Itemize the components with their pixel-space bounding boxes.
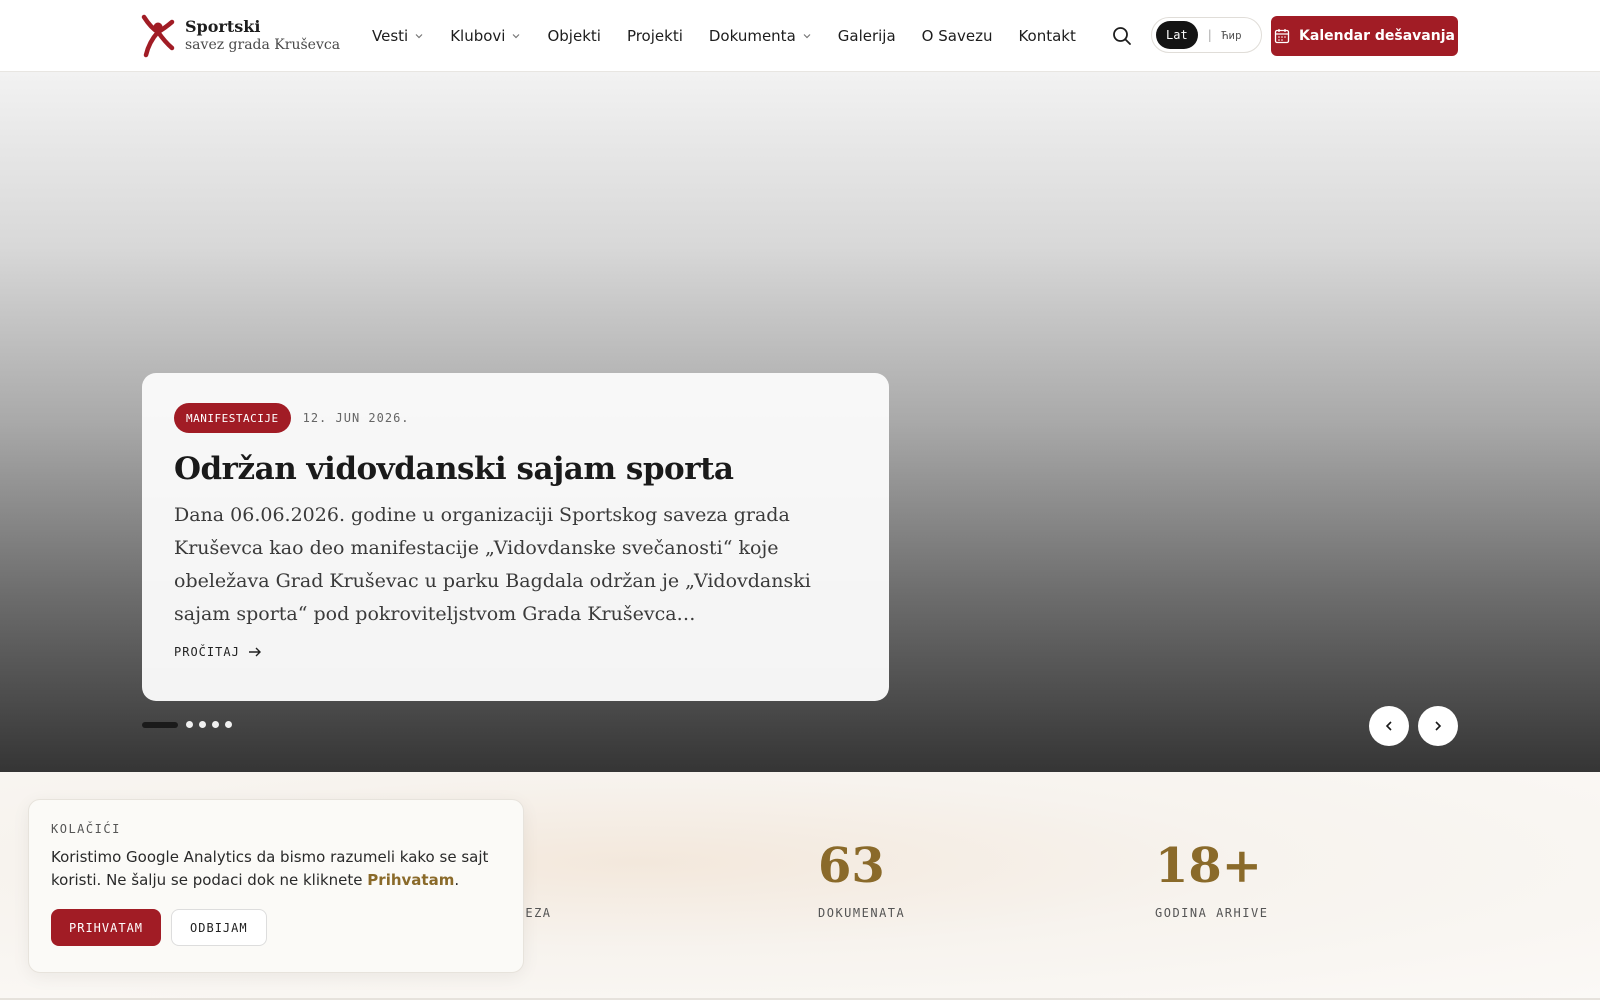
main-nav: Vesti Klubovi Objekti Projekti Dokumenta… xyxy=(372,0,1102,72)
site-logo[interactable]: Sportski savez grada Kruševca xyxy=(141,14,340,58)
nav-item-klubovi[interactable]: Klubovi xyxy=(450,27,521,45)
slider-dot[interactable] xyxy=(212,721,219,728)
chevron-right-icon xyxy=(1435,721,1442,731)
slider-dots xyxy=(142,721,238,728)
calendar-icon xyxy=(1274,29,1290,44)
slider-next-button[interactable] xyxy=(1418,706,1458,746)
logo-title: Sportski xyxy=(185,17,261,37)
slider-dot[interactable] xyxy=(225,721,232,728)
logo-mark-icon xyxy=(141,14,175,58)
hero-slider: MANIFESTACIJE 12. JUN 2026. Održan vidov… xyxy=(0,72,1600,772)
search-icon xyxy=(1113,27,1131,45)
news-excerpt: Dana 06.06.2026. godine u organizaciji S… xyxy=(174,504,811,625)
nav-item-vesti[interactable]: Vesti xyxy=(372,27,424,45)
cookie-accept-link[interactable]: Prihvatam xyxy=(367,871,454,889)
site-header: Sportski savez grada Kruševca Vesti Klub… xyxy=(0,0,1600,72)
cookie-title: KOLAČIĆI xyxy=(51,822,121,836)
cookie-banner: KOLAČIĆI Koristimo Google Analytics da b… xyxy=(28,799,524,973)
calendar-button-label: Kalendar dešavanja xyxy=(1299,28,1455,44)
cookie-text: Koristimo Google Analytics da bismo razu… xyxy=(51,848,489,889)
chevron-down-icon xyxy=(803,34,811,39)
logo-subtitle: savez grada Kruševca xyxy=(185,37,341,54)
nav-item-objekti[interactable]: Objekti xyxy=(547,27,600,45)
nav-item-dokumenta[interactable]: Dokumenta xyxy=(709,27,812,45)
read-more-link[interactable]: PROČITAJ xyxy=(174,645,262,659)
stat-label: DOKUMENATA xyxy=(818,906,906,920)
stat-value: 18+ xyxy=(1155,838,1263,894)
nav-item-projekti[interactable]: Projekti xyxy=(627,27,683,45)
stat-item: 18+ GODINA ARHIVE xyxy=(1155,842,1268,920)
chevron-left-icon xyxy=(1385,721,1392,731)
chevron-down-icon xyxy=(415,34,423,39)
stat-value: 63 xyxy=(818,838,885,894)
nav-item-kontakt[interactable]: Kontakt xyxy=(1018,27,1075,45)
stat-item: 63 DOKUMENATA xyxy=(818,842,905,920)
slider-dot[interactable] xyxy=(199,721,206,728)
nav-item-galerija[interactable]: Galerija xyxy=(838,27,896,45)
cookie-decline-button[interactable]: ODBIJAM xyxy=(171,909,267,946)
lang-cyrillic-option[interactable]: Ћир xyxy=(1222,29,1242,42)
search-button[interactable] xyxy=(1111,25,1133,47)
category-badge[interactable]: MANIFESTACIJE xyxy=(174,403,291,433)
calendar-button[interactable]: Kalendar dešavanja xyxy=(1271,16,1458,56)
lang-latin-option[interactable]: Lat xyxy=(1156,21,1198,49)
news-date: 12. JUN 2026. xyxy=(302,411,410,425)
slider-dot[interactable] xyxy=(186,721,193,728)
slider-prev-button[interactable] xyxy=(1369,706,1409,746)
read-more-label: PROČITAJ xyxy=(174,645,240,659)
lang-divider: | xyxy=(1207,28,1212,42)
news-title[interactable]: Održan vidovdanski sajam sporta xyxy=(174,451,857,487)
chevron-down-icon xyxy=(513,34,520,39)
stat-label: GODINA ARHIVE xyxy=(1155,906,1269,920)
slider-dot[interactable] xyxy=(142,721,178,728)
hero-news-card: MANIFESTACIJE 12. JUN 2026. Održan vidov… xyxy=(142,373,889,701)
arrow-right-icon xyxy=(248,647,261,657)
nav-item-o-savezu[interactable]: O Savezu xyxy=(922,27,993,45)
language-switcher: Lat | Ћир xyxy=(1151,17,1262,53)
cookie-accept-button[interactable]: PRIHVATAM xyxy=(51,909,162,946)
